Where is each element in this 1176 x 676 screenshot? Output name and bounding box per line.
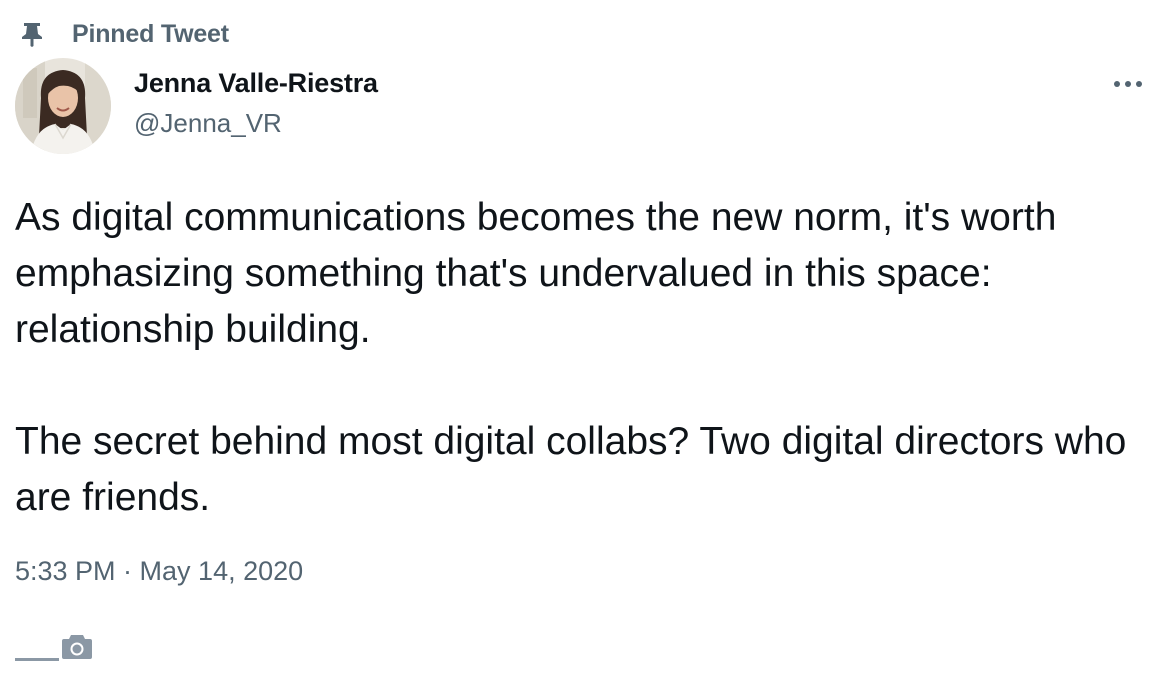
- tweet-paragraph: As digital communications becomes the ne…: [15, 196, 1068, 351]
- divider: [15, 658, 59, 661]
- pin-icon: [18, 20, 46, 48]
- more-icon: [1113, 75, 1143, 93]
- more-options-button[interactable]: [1106, 68, 1150, 100]
- tweet-paragraph: The secret behind most digital collabs? …: [15, 420, 1138, 519]
- tweet-timestamp[interactable]: 5:33 PM · May 14, 2020: [15, 556, 303, 587]
- tweet-text: As digital communications becomes the ne…: [15, 190, 1160, 526]
- author-name[interactable]: Jenna Valle-Riestra: [134, 68, 378, 99]
- pinned-tweet-label: Pinned Tweet: [72, 19, 229, 48]
- pinned-tweet-indicator: Pinned Tweet: [18, 18, 229, 50]
- avatar[interactable]: [15, 58, 111, 154]
- author-handle[interactable]: @Jenna_VR: [134, 108, 282, 139]
- camera-icon[interactable]: [61, 632, 93, 665]
- tweet-footer: [15, 632, 93, 665]
